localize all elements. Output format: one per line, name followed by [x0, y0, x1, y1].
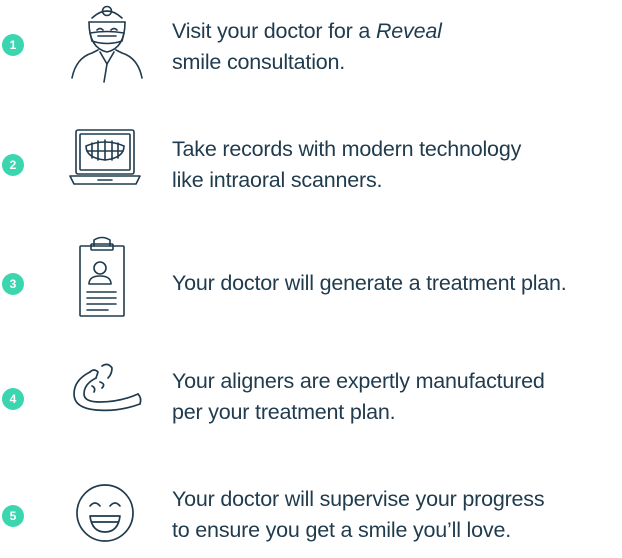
step-4: 4 Your aligners are expertly manufacture… — [0, 352, 622, 432]
step-1-text-line2: smile consultation. — [172, 50, 346, 74]
doctor-icon — [62, 0, 152, 90]
step-1: 1 Visit your doctor for a Reveal smile c… — [0, 0, 622, 83]
step-2-text-line1: Take records with modern technology — [172, 137, 522, 161]
step-4-text-line2: per your treatment plan. — [172, 400, 396, 424]
step-number-badge: 5 — [2, 505, 24, 527]
step-number-badge: 1 — [2, 34, 24, 56]
step-2: 2 Take records with modern technology li… — [0, 120, 622, 200]
step-5-text: Your doctor will supervise your progress… — [172, 484, 617, 546]
step-3: 3 Your doctor will generate a treatment … — [0, 236, 622, 317]
step-4-text-line1: Your aligners are expertly manufactured — [172, 369, 545, 393]
step-3-text-line1: Your doctor will generate a treatment pl… — [172, 271, 567, 295]
step-5-text-line1: Your doctor will supervise your progress — [172, 487, 545, 511]
step-4-text: Your aligners are expertly manufactured … — [172, 366, 617, 428]
step-number-badge: 2 — [2, 154, 24, 176]
step-5: 5 Your doctor will supervise your progre… — [0, 468, 622, 548]
step-1-text: Visit your doctor for a Reveal smile con… — [172, 16, 617, 78]
brand-name: Reveal — [375, 19, 442, 43]
step-5-text-line2: to ensure you get a smile you’ll love. — [172, 518, 511, 542]
step-3-text: Your doctor will generate a treatment pl… — [172, 268, 617, 299]
step-number-badge: 3 — [2, 273, 24, 295]
aligner-icon — [62, 350, 152, 440]
step-1-text-part: Visit your doctor for a — [172, 19, 376, 43]
laptop-scan-icon — [60, 114, 150, 204]
smile-face-icon — [60, 468, 150, 558]
step-2-text: Take records with modern technology like… — [172, 134, 617, 196]
step-2-text-line2: like intraoral scanners. — [172, 168, 383, 192]
step-number-badge: 4 — [2, 388, 24, 410]
clipboard-icon — [58, 236, 148, 326]
